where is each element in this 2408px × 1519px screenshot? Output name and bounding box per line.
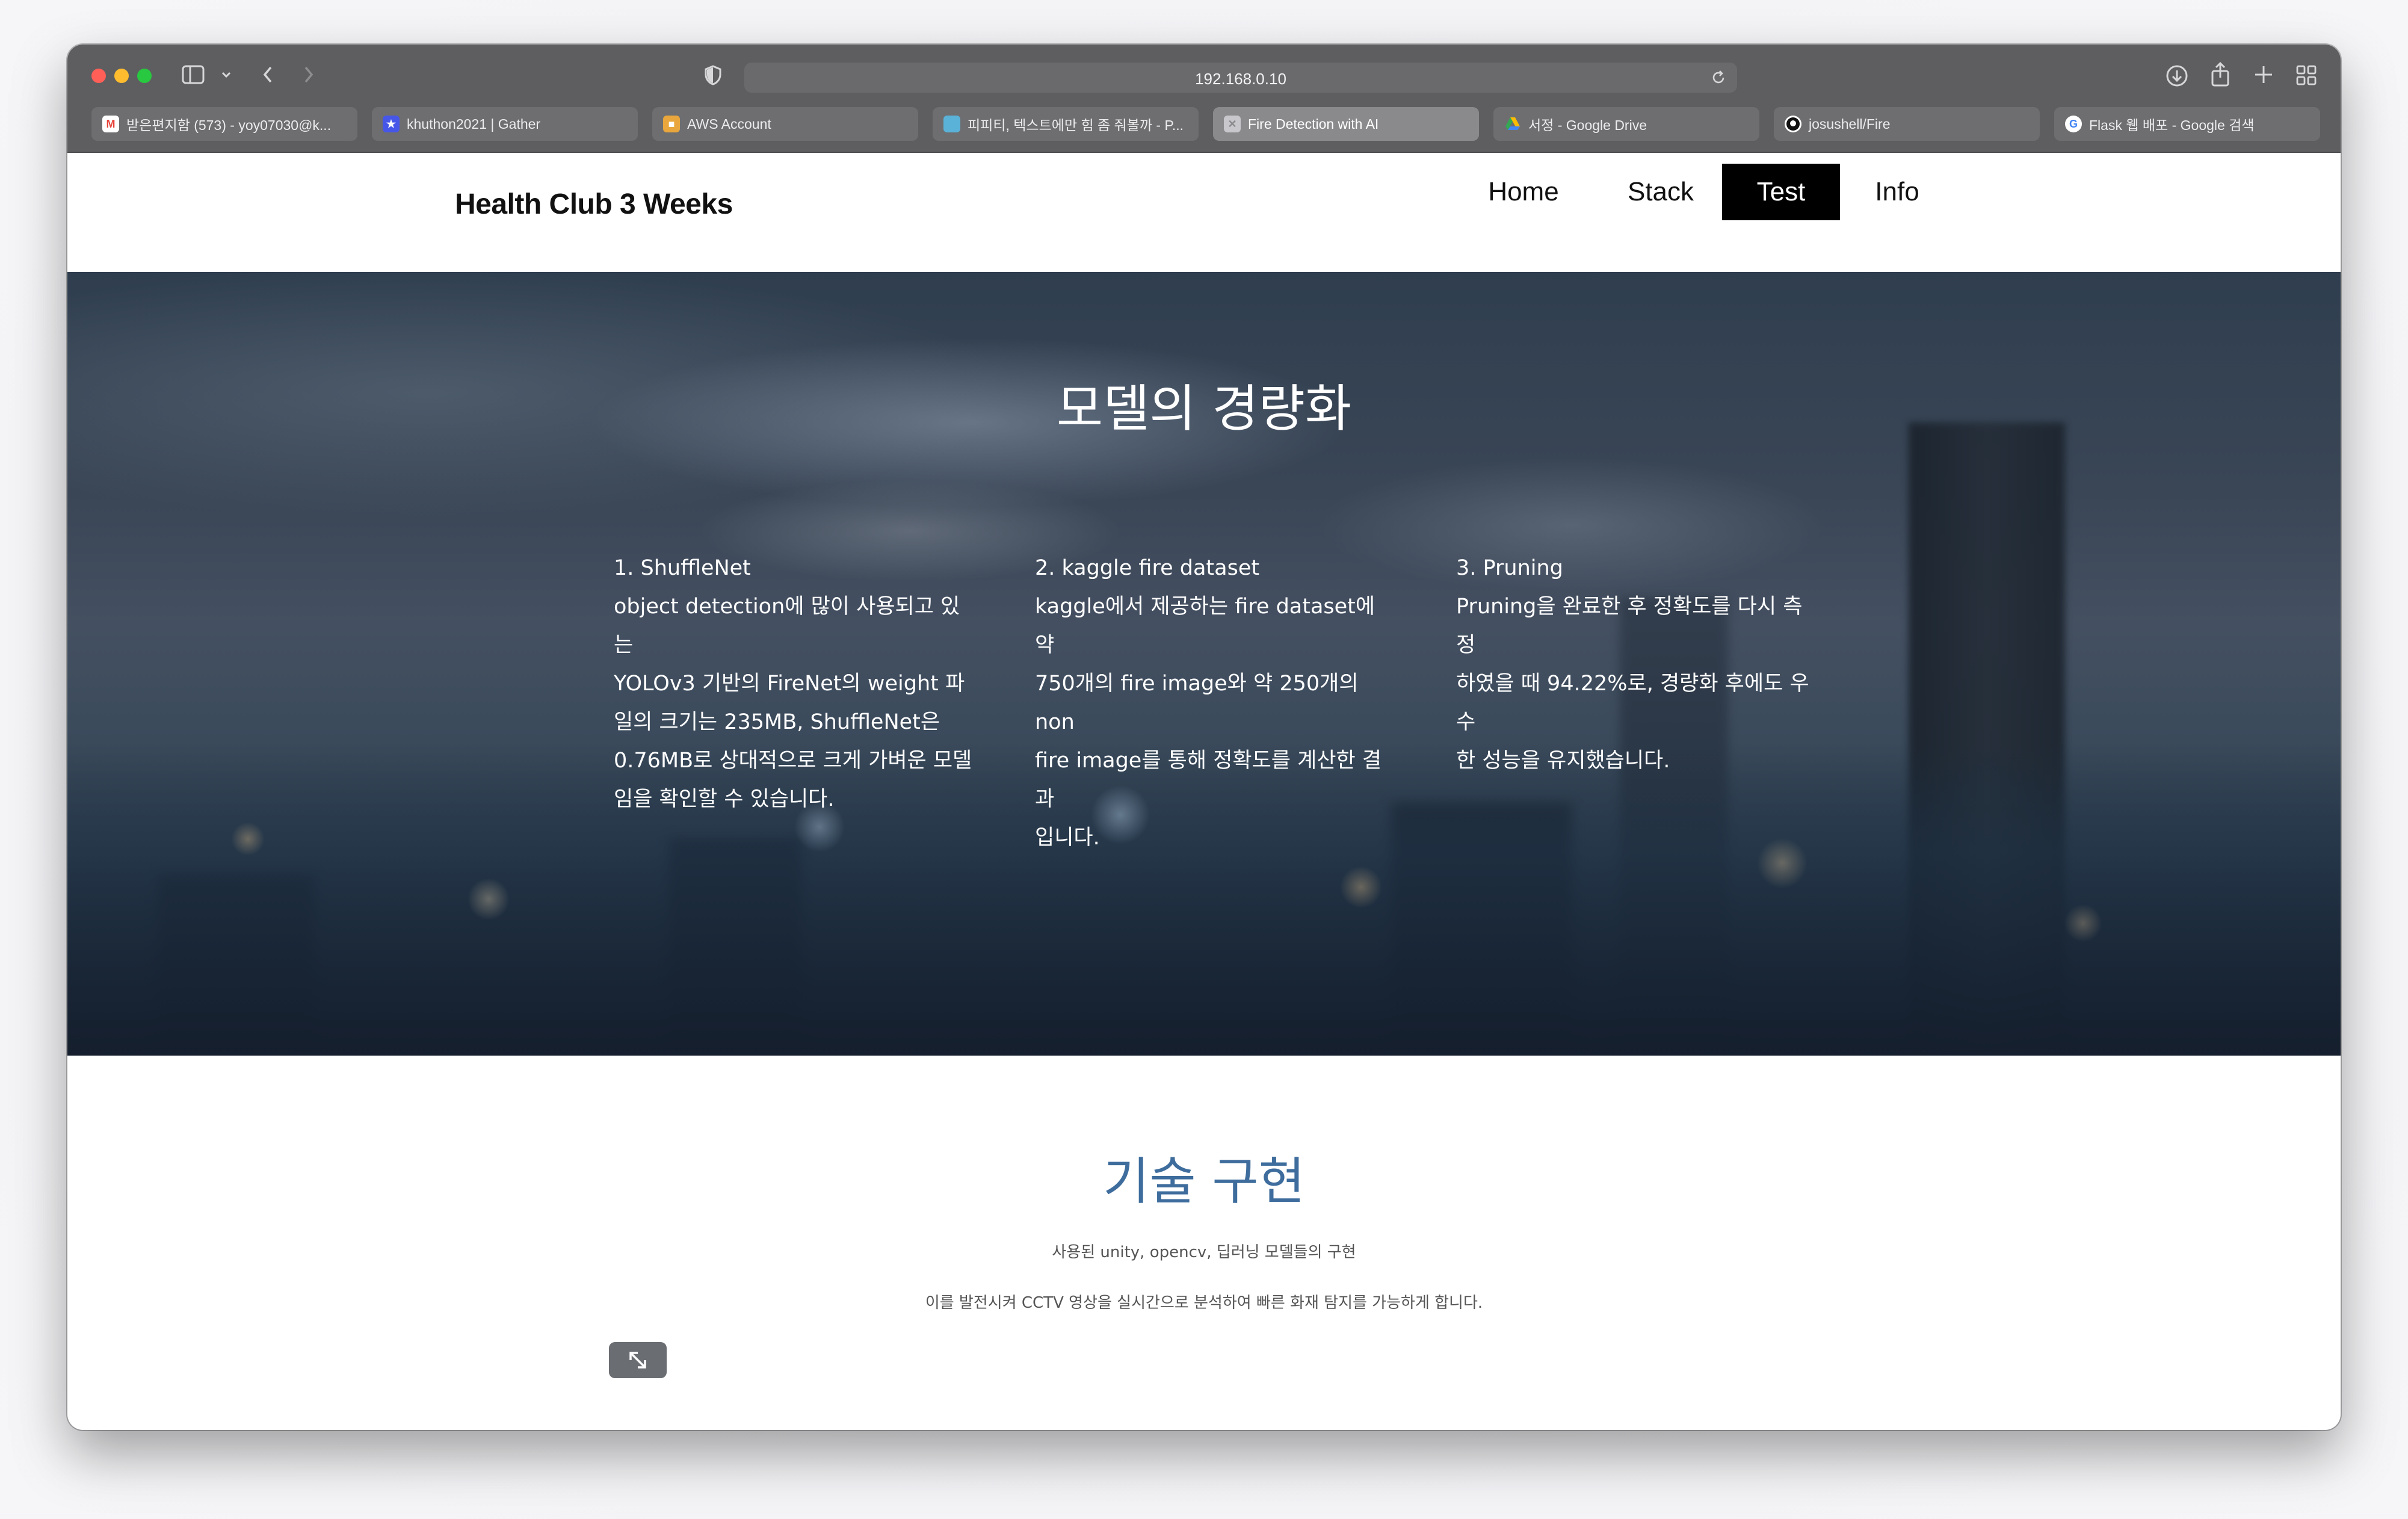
tab-label: 받은편지함 (573) - yoy07030@k... (126, 117, 332, 133)
tab-label: Flask 웹 배포 - Google 검색 (2089, 117, 2255, 133)
privacy-shield-icon[interactable] (704, 65, 722, 87)
back-icon[interactable] (261, 65, 274, 86)
tab-gmail[interactable]: M 받은편지함 (573) - yoy07030@k... (91, 107, 357, 141)
downloads-icon[interactable] (2165, 64, 2189, 90)
new-tab-icon[interactable] (2253, 64, 2274, 87)
site-header: Health Club 3 Weeks Home Stack Test Info (67, 153, 2341, 272)
tab-google-search[interactable]: G Flask 웹 배포 - Google 검색 (2054, 107, 2320, 141)
tab-github[interactable]: josushell/Fire (1774, 107, 2040, 141)
tab-bar: M 받은편지함 (573) - yoy07030@k... ★ khuthon2… (91, 107, 2320, 141)
tab-label: 서정 - Google Drive (1528, 117, 1647, 133)
section-description: 이를 발전시켜 CCTV 영상을 실시간으로 분석하여 빠른 화재 탐지를 가능… (925, 1294, 1483, 1312)
tab-label: josushell/Fire (1809, 116, 1891, 132)
address-bar[interactable]: 192.168.0.10 (744, 63, 1737, 93)
google-icon: G (2065, 116, 2082, 132)
feature-heading: 3. Pruning (1456, 556, 1563, 580)
feature-column-pruning: 3. Pruning Pruning을 완료한 후 정확도를 다시 측정 하였을… (1456, 549, 1817, 780)
reload-icon[interactable] (1711, 70, 1726, 87)
sidebar-toggle-icon[interactable] (182, 64, 206, 87)
tab-label: AWS Account (687, 116, 771, 132)
feature-text: fire image를 통해 정확도를 계산한 결과 (1035, 749, 1382, 811)
hero-title: 모델의 경량화 (1056, 379, 1352, 438)
tab-overview-icon[interactable] (2296, 65, 2317, 87)
expand-icon (629, 1352, 646, 1369)
tab-ppt[interactable]: 피피티, 텍스트에만 힘 좀 줘볼까 - P... (933, 107, 1199, 141)
window-controls (91, 69, 152, 83)
url-text: 192.168.0.10 (1195, 70, 1286, 88)
github-icon (1785, 116, 1801, 132)
expand-button[interactable] (609, 1342, 667, 1378)
feature-column-shufflenet: 1. ShuffleNet object detection에 많이 사용되고 … (614, 549, 975, 818)
feature-heading: 2. kaggle fire dataset (1035, 556, 1260, 580)
feature-column-dataset: 2. kaggle fire dataset kaggle에서 제공하는 fir… (1035, 549, 1396, 857)
nav-info[interactable]: Info (1846, 164, 1948, 220)
close-window-button[interactable] (91, 69, 106, 83)
feature-text: 입니다. (1035, 826, 1100, 850)
forward-icon[interactable] (302, 65, 315, 86)
feature-heading: 1. ShuffleNet (614, 556, 751, 580)
nav-test[interactable]: Test (1722, 164, 1840, 220)
feature-text: 임을 확인할 수 있습니다. (614, 787, 835, 811)
browser-window: 192.168.0.10 M 받은편지함 (573) - yoy07030@k.… (67, 45, 2341, 1430)
gather-icon: ★ (383, 116, 400, 132)
section-subtitle: 사용된 unity, opencv, 딥러닝 모델들의 구현 (1052, 1243, 1356, 1261)
tab-aws[interactable]: ■ AWS Account (652, 107, 918, 141)
feature-text: YOLOv3 기반의 FireNet의 weight 파 (614, 672, 965, 696)
tab-label: Fire Detection with AI (1248, 116, 1379, 132)
tab-label: khuthon2021 | Gather (407, 116, 541, 132)
browser-toolbar: 192.168.0.10 M 받은편지함 (573) - yoy07030@k.… (67, 45, 2341, 153)
feature-text: Pruning을 완료한 후 정확도를 다시 측정 (1456, 595, 1803, 657)
minimize-window-button[interactable] (114, 69, 129, 83)
google-drive-icon (1504, 116, 1521, 132)
page-icon: ✕ (1224, 116, 1241, 132)
hero-section: 모델의 경량화 1. ShuffleNet object detection에 … (67, 272, 2341, 1056)
feature-text: 0.76MB로 상대적으로 크게 가벼운 모델 (614, 749, 972, 773)
section-title: 기술 구현 (1103, 1152, 1305, 1211)
nav-stack[interactable]: Stack (1602, 164, 1720, 220)
feature-text: 한 성능을 유지했습니다. (1456, 749, 1670, 773)
tab-label: 피피티, 텍스트에만 힘 좀 줘볼까 - P... (968, 117, 1184, 133)
feature-text: 하였을 때 94.22%로, 경량화 후에도 우수 (1456, 672, 1809, 734)
tab-google-drive[interactable]: 서정 - Google Drive (1493, 107, 1759, 141)
aws-icon: ■ (663, 116, 680, 132)
tab-fire-detection[interactable]: ✕ Fire Detection with AI (1213, 107, 1479, 141)
feature-text: kaggle에서 제공하는 fire dataset에 약 (1035, 595, 1375, 657)
page-icon (943, 116, 960, 132)
nav-home[interactable]: Home (1465, 164, 1582, 220)
tab-gather[interactable]: ★ khuthon2021 | Gather (372, 107, 638, 141)
chevron-down-icon[interactable] (220, 69, 232, 82)
feature-text: 750개의 fire image와 약 250개의 non (1035, 672, 1359, 734)
feature-text: object detection에 많이 사용되고 있는 (614, 595, 960, 657)
site-brand[interactable]: Health Club 3 Weeks (455, 188, 733, 221)
zoom-window-button[interactable] (137, 69, 152, 83)
share-icon[interactable] (2209, 61, 2231, 90)
feature-text: 일의 크기는 235MB, ShuffleNet은 (614, 710, 940, 734)
gmail-icon: M (102, 116, 119, 132)
